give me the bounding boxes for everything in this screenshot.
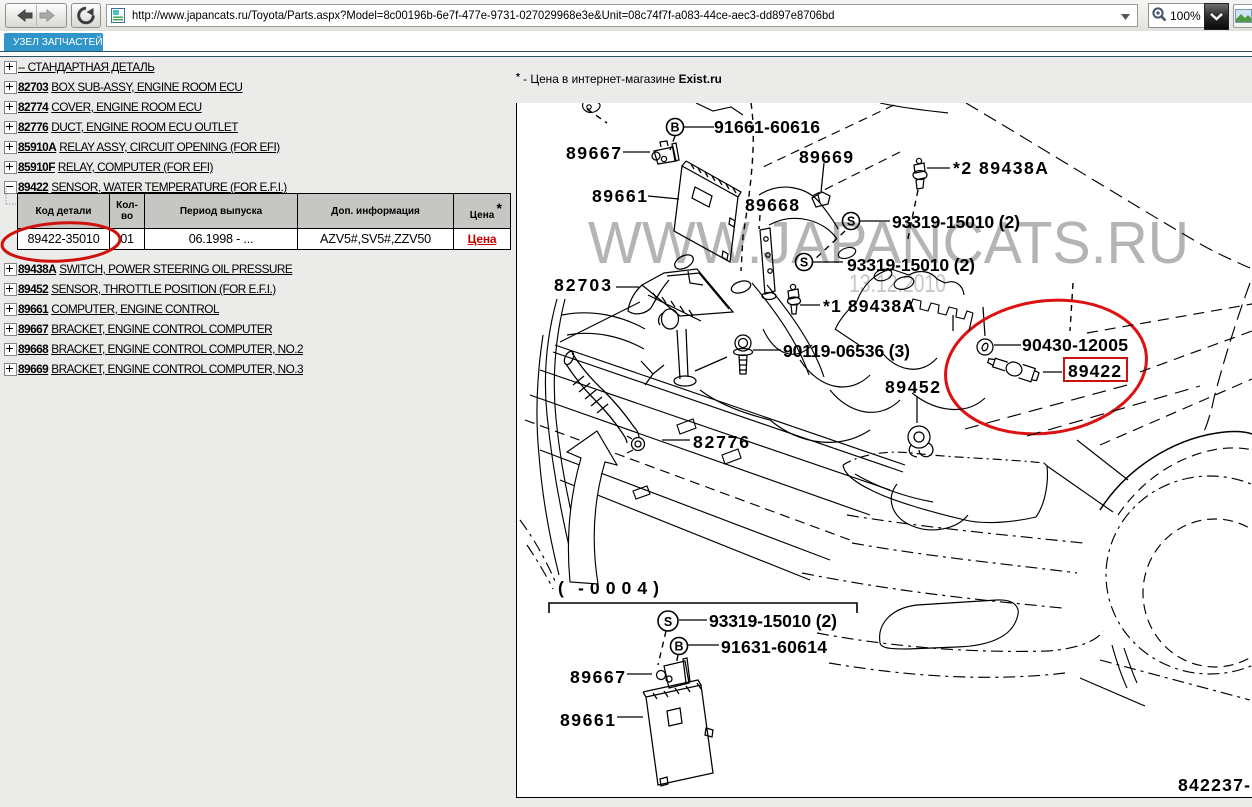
svg-text:93319-15010 (2): 93319-15010 (2)	[709, 611, 837, 631]
svg-text:82703: 82703	[554, 275, 611, 295]
svg-text:89667: 89667	[566, 143, 621, 163]
svg-text:93319-15010 (2): 93319-15010 (2)	[847, 255, 975, 275]
svg-text:*2 89438A: *2 89438A	[953, 158, 1048, 178]
svg-text:89667: 89667	[570, 667, 625, 687]
svg-text:(: (	[558, 578, 564, 598]
svg-text:S: S	[664, 615, 672, 629]
svg-text:89661: 89661	[592, 186, 647, 206]
svg-text:82776: 82776	[693, 432, 749, 452]
svg-text:89661: 89661	[560, 710, 615, 730]
svg-text:89668: 89668	[745, 195, 799, 215]
svg-text:89669: 89669	[799, 147, 853, 167]
svg-text:89422: 89422	[1068, 361, 1121, 381]
svg-text:S: S	[847, 215, 855, 229]
svg-text:B: B	[670, 121, 679, 135]
svg-text:93319-15010 (2): 93319-15010 (2)	[892, 212, 1020, 232]
svg-text:S: S	[800, 256, 808, 270]
svg-text:B: B	[674, 640, 683, 654]
svg-text:842237-: 842237-	[1178, 775, 1250, 795]
svg-text:91631-60614: 91631-60614	[721, 637, 827, 657]
svg-text:90430-12005: 90430-12005	[1022, 335, 1128, 355]
svg-text:*1 89438A: *1 89438A	[823, 296, 915, 316]
svg-text:91661-60616: 91661-60616	[714, 117, 820, 137]
